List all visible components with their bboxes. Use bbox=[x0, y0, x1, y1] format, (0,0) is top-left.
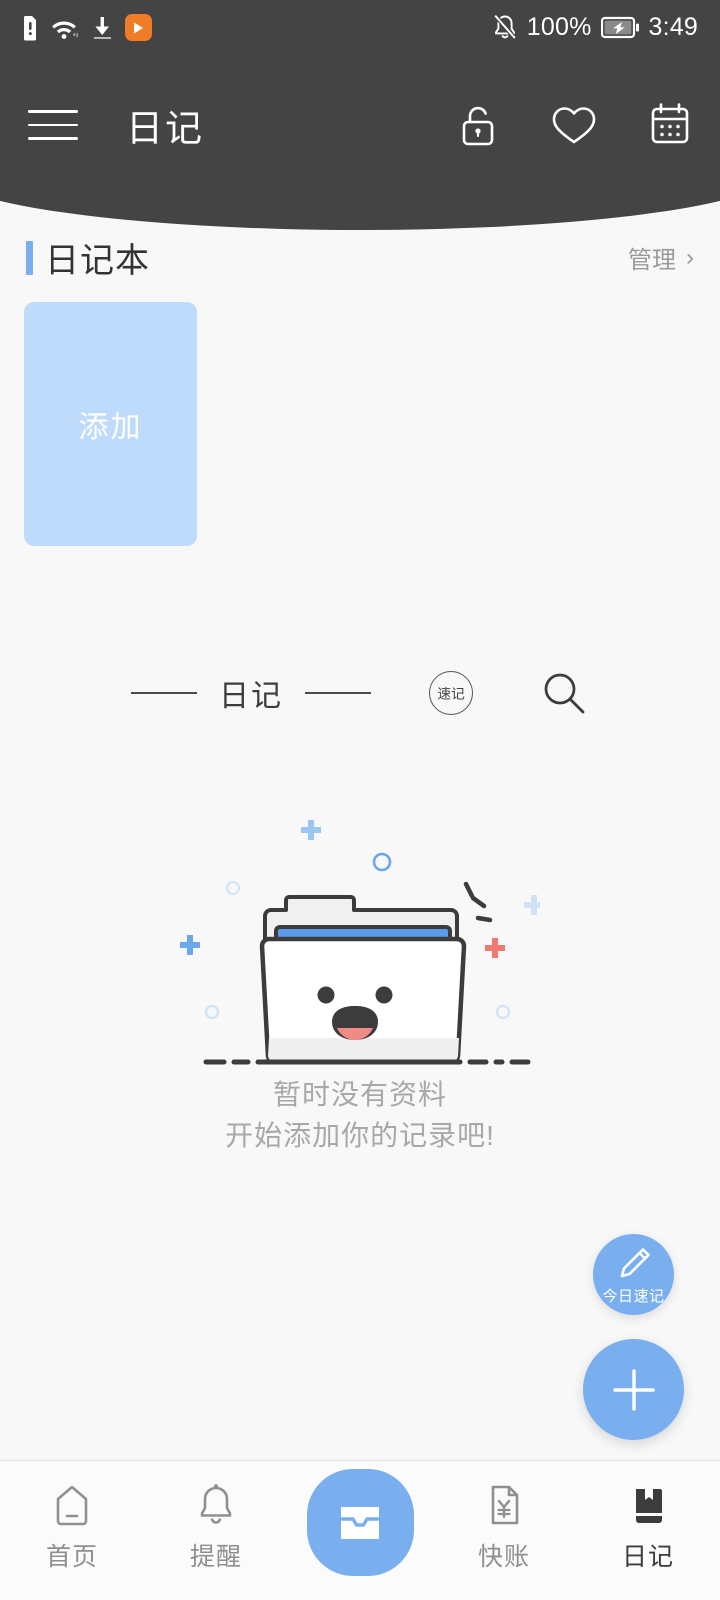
inbox-icon bbox=[333, 1497, 387, 1549]
nav-label-quickaccount: 快账 bbox=[478, 1537, 530, 1573]
heart-icon[interactable] bbox=[550, 103, 598, 147]
quicknote-badge-button[interactable]: 速记 bbox=[429, 671, 473, 715]
manage-label: 管理 bbox=[628, 240, 676, 275]
app-root: 100% 3:49 日记 bbox=[0, 0, 720, 1600]
nav-item-diary[interactable]: 日记 bbox=[576, 1461, 720, 1573]
nav-item-inbox[interactable] bbox=[288, 1461, 432, 1576]
nav-label-diary: 日记 bbox=[622, 1537, 674, 1573]
media-app-icon bbox=[125, 14, 152, 41]
notebook-section-title: 日记本 bbox=[45, 233, 150, 282]
empty-state-line2: 开始添加你的记录吧! bbox=[0, 1116, 720, 1157]
inbox-fab[interactable] bbox=[307, 1469, 414, 1576]
bottom-navigation: 首页 提醒 bbox=[0, 1460, 720, 1600]
empty-state-text: 暂时没有资料 开始添加你的记录吧! bbox=[0, 1075, 720, 1156]
receipt-icon bbox=[483, 1483, 525, 1527]
battery-percent: 100% bbox=[527, 13, 592, 42]
status-bar-left bbox=[22, 14, 152, 41]
quicknote-fab[interactable]: 今日速记 bbox=[593, 1234, 674, 1315]
notebook-list: 添加 bbox=[24, 302, 197, 546]
add-fab[interactable] bbox=[583, 1339, 684, 1440]
header-actions bbox=[456, 101, 692, 149]
chevron-right-icon: › bbox=[686, 244, 694, 272]
header-content: 日记 bbox=[0, 55, 720, 195]
status-bar: 100% 3:49 bbox=[0, 0, 720, 55]
manage-button[interactable]: 管理 › bbox=[628, 240, 694, 275]
empty-folder-illustration bbox=[180, 800, 540, 1065]
clock-time: 3:49 bbox=[649, 13, 698, 42]
bell-icon bbox=[195, 1483, 237, 1527]
add-notebook-label: 添加 bbox=[79, 402, 143, 446]
nav-item-home[interactable]: 首页 bbox=[0, 1461, 144, 1573]
notebook-section-header: 日记本 管理 › bbox=[0, 233, 720, 282]
wifi-icon bbox=[50, 15, 80, 41]
diary-divider-title: 日记 bbox=[219, 671, 283, 715]
book-icon bbox=[627, 1483, 669, 1527]
plus-icon bbox=[607, 1363, 661, 1417]
calendar-icon[interactable] bbox=[648, 102, 692, 148]
diary-divider-row: 日记 速记 bbox=[0, 665, 720, 721]
lock-icon[interactable] bbox=[456, 101, 500, 149]
divider-line-right bbox=[305, 692, 371, 694]
pencil-icon bbox=[614, 1244, 654, 1284]
empty-state-line1: 暂时没有资料 bbox=[0, 1075, 720, 1116]
battery-charging-icon bbox=[601, 16, 640, 39]
nav-label-reminders: 提醒 bbox=[190, 1537, 242, 1573]
quicknote-badge-label: 速记 bbox=[437, 683, 465, 702]
divider-line-left bbox=[131, 692, 197, 694]
nav-label-home: 首页 bbox=[46, 1537, 98, 1573]
status-bar-right: 100% 3:49 bbox=[492, 13, 698, 42]
bell-muted-icon bbox=[492, 14, 518, 41]
app-header: 日记 bbox=[0, 55, 720, 195]
nav-item-quickaccount[interactable]: 快账 bbox=[432, 1461, 576, 1573]
hamburger-menu-icon[interactable] bbox=[28, 101, 84, 149]
section-accent-bar bbox=[26, 241, 33, 275]
quicknote-fab-label: 今日速记 bbox=[602, 1285, 664, 1306]
page-title: 日记 bbox=[126, 98, 204, 152]
sdcard-warning-icon bbox=[22, 15, 39, 41]
search-icon[interactable] bbox=[539, 668, 589, 718]
add-notebook-card[interactable]: 添加 bbox=[24, 302, 197, 546]
empty-state: 暂时没有资料 开始添加你的记录吧! bbox=[0, 800, 720, 1156]
download-icon bbox=[91, 15, 114, 41]
nav-item-reminders[interactable]: 提醒 bbox=[144, 1461, 288, 1573]
home-icon bbox=[51, 1483, 93, 1527]
